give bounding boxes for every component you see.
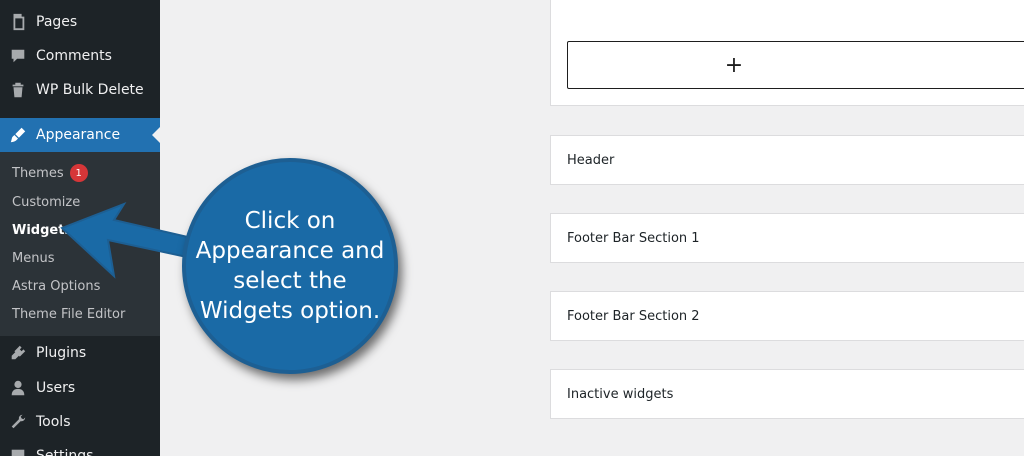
settings-icon — [0, 447, 36, 456]
widget-area-header[interactable]: Header — [550, 135, 1024, 185]
sidebar-item-label: WP Bulk Delete — [36, 82, 144, 98]
widget-area-inactive-widgets[interactable]: Inactive widgets — [550, 369, 1024, 419]
sidebar-item-tools[interactable]: Tools — [0, 405, 160, 439]
submenu-item-themes[interactable]: Themes 1 — [12, 161, 88, 185]
sidebar-item-pages[interactable]: Pages — [0, 5, 160, 39]
submenu-item-theme-file-editor[interactable]: Theme File Editor — [12, 302, 125, 326]
sidebar-item-plugins[interactable]: Plugins — [0, 336, 160, 370]
sidebar-item-label: Users — [36, 380, 76, 396]
sidebar-item-label: Settings — [36, 448, 94, 456]
wrench-icon — [0, 413, 36, 431]
sidebar-item-label: Plugins — [36, 345, 87, 361]
sidebar-item-label: Tools — [36, 414, 71, 430]
sidebar-item-wp-bulk-delete[interactable]: WP Bulk Delete — [0, 73, 160, 107]
widget-area-footer-bar-section-2[interactable]: Footer Bar Section 2 — [550, 291, 1024, 341]
comments-icon — [0, 47, 36, 65]
update-count-badge: 1 — [69, 164, 88, 182]
pages-icon — [0, 13, 36, 31]
sidebar-item-comments[interactable]: Comments — [0, 39, 160, 73]
plus-icon: + — [724, 52, 744, 78]
widget-area-footer-bar-section-1[interactable]: Footer Bar Section 1 — [550, 213, 1024, 263]
sidebar-item-label: Appearance — [36, 127, 121, 143]
paintbrush-icon — [0, 126, 36, 144]
callout-text: Click on Appearance and select the Widge… — [195, 208, 385, 324]
sidebar-item-appearance[interactable]: Appearance — [0, 118, 160, 152]
users-icon — [0, 379, 36, 397]
plugin-icon — [0, 344, 36, 362]
sidebar-item-label: Pages — [36, 14, 78, 30]
instruction-callout: Click on Appearance and select the Widge… — [182, 158, 398, 374]
sidebar-item-users[interactable]: Users — [0, 371, 160, 405]
sidebar-item-settings[interactable]: Settings — [0, 439, 160, 456]
sidebar-item-label: Comments — [36, 48, 112, 64]
trash-icon — [0, 81, 36, 99]
submenu-item-menus[interactable]: Menus — [12, 246, 54, 270]
add-block-button[interactable]: + — [567, 41, 1024, 89]
